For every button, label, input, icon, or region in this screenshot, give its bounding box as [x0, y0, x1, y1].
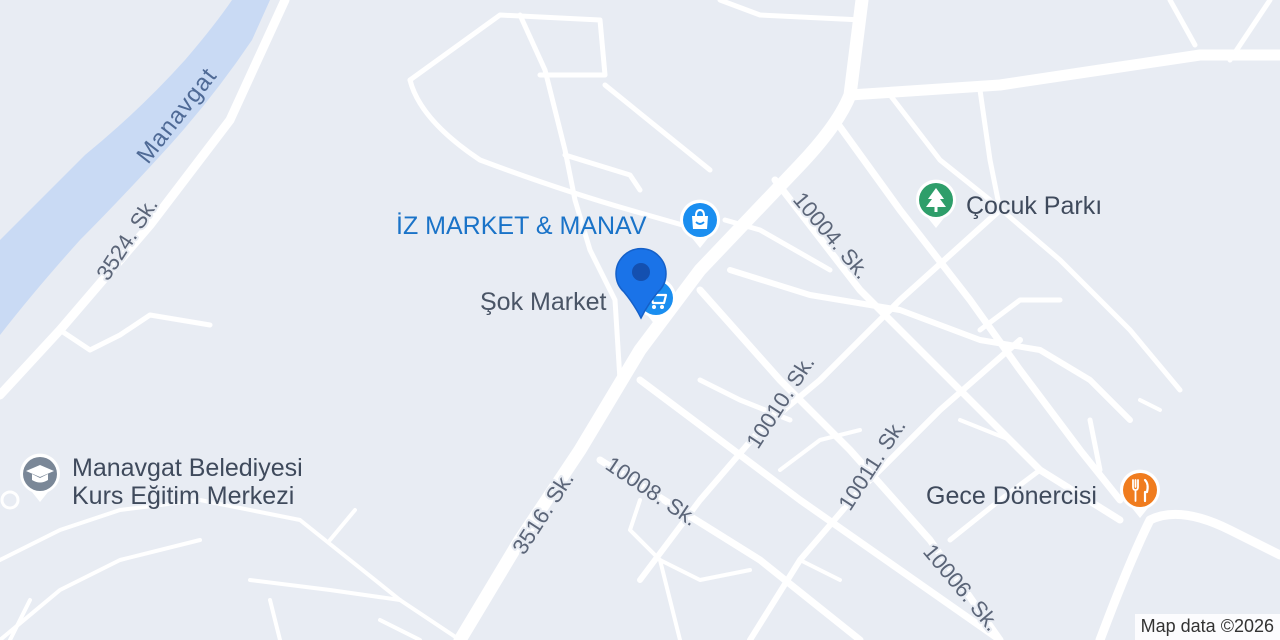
street-label-10010: 10010. Sk.: [741, 351, 819, 453]
circle-marker-icon: [0, 490, 20, 510]
map-attribution[interactable]: Map data ©2026: [1134, 614, 1280, 640]
poi-label-line2: Kurs Eğitim Merkezi: [72, 482, 295, 510]
poi-label: İZ MARKET & MANAV: [396, 212, 647, 240]
street-label-10006: 10006. Sk.: [918, 539, 1005, 636]
street-label-10011: 10011. Sk.: [833, 414, 910, 514]
graduation-cap-icon: [20, 453, 60, 502]
poi-label-line1: Manavgat Belediyesi: [72, 454, 303, 482]
poi-label: Çocuk Parkı: [966, 192, 1103, 220]
location-pin-icon[interactable]: [612, 244, 670, 320]
poi-label: Gece Dönercisi: [926, 482, 1097, 510]
poi-label: Şok Market: [480, 288, 607, 316]
street-label-3516: 3516. Sk.: [507, 467, 579, 559]
river-manavgat: [0, 0, 270, 335]
shopping-bag-icon: [680, 199, 720, 248]
tree-icon: [916, 179, 956, 228]
fork-knife-icon: [1120, 469, 1160, 518]
street-label-10008: 10008. Sk.: [601, 451, 702, 531]
map-canvas[interactable]: Manavgat 3524. Sk. 3516. Sk. 10004. Sk. …: [0, 0, 1280, 640]
